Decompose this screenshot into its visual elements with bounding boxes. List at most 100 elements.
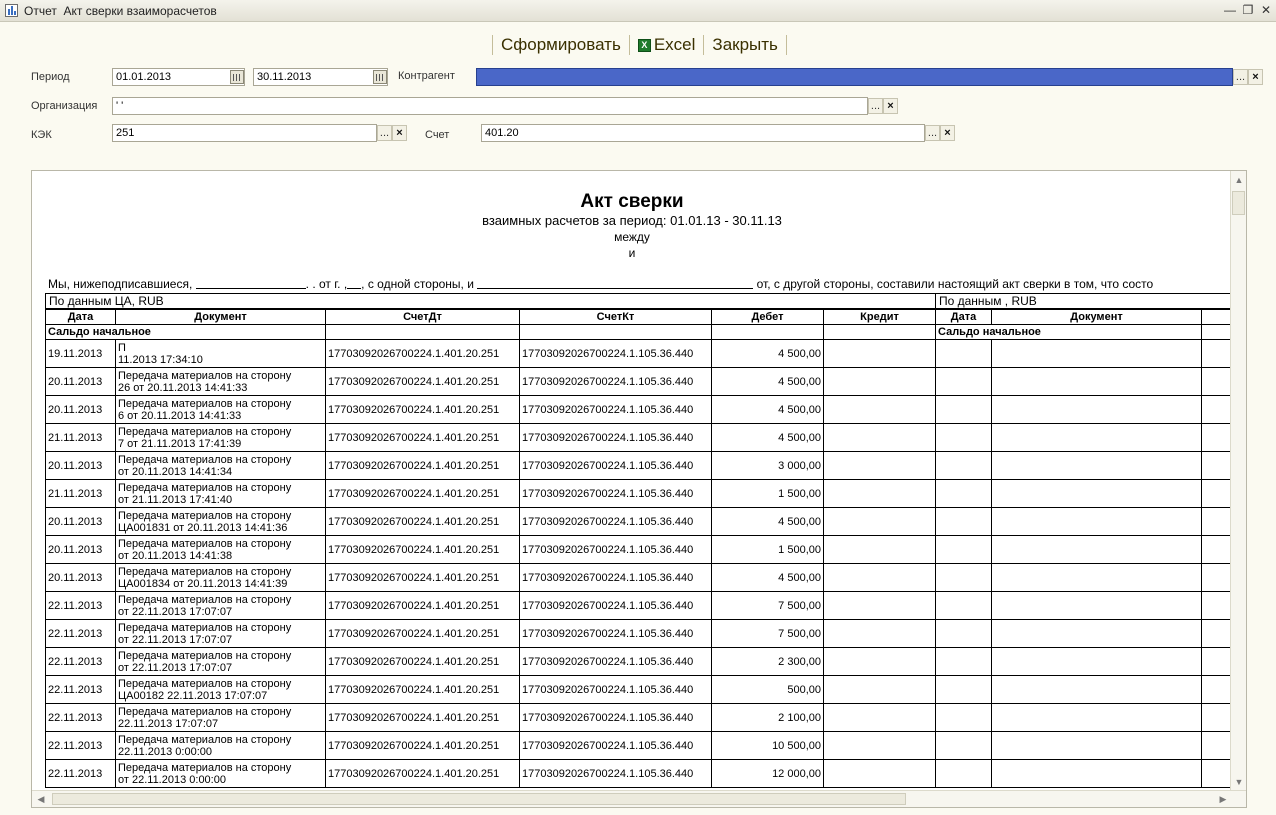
scroll-up-icon[interactable]: ▲ [1232,173,1246,187]
row-account-kt: 17703092026700224.1.105.36.440 [519,703,712,732]
row-account-dt: 17703092026700224.1.401.20.251 [325,395,520,424]
row-credit [823,619,936,648]
scroll-right-icon[interactable]: ▶ [1216,792,1230,806]
col-document: Документ [115,309,326,325]
row-credit [823,507,936,536]
kek-field[interactable]: 251 [112,124,377,142]
kek-select-button[interactable]: ... [377,125,392,141]
row-account-kt: 17703092026700224.1.105.36.440 [519,675,712,704]
date-from-field[interactable]: 01.01.2013 [112,68,245,86]
row-debit: 4 500,00 [711,423,824,452]
calendar-icon[interactable] [230,70,244,84]
row-debit: 4 500,00 [711,339,824,368]
kek-clear-button[interactable]: × [392,125,407,141]
row-document: Передача материалов на сторону 22.11.2013… [115,731,326,760]
row-document-2 [991,619,1202,648]
period-label: Период [31,71,70,83]
generate-button[interactable]: Сформировать [499,35,623,55]
row-date: 20.11.2013 [45,367,116,396]
row-debit: 12 000,00 [711,759,824,788]
excel-label: Excel [653,35,696,54]
vertical-scroll-thumb[interactable] [1232,191,1245,215]
row-date-2 [935,675,992,704]
table-row: 22.11.2013 Передача материалов на сторону… [45,591,1242,620]
row-date: 20.11.2013 [45,507,116,536]
row-document-2 [991,535,1202,564]
vertical-scrollbar[interactable]: ▲ ▼ [1230,171,1246,791]
row-account-kt: 17703092026700224.1.105.36.440 [519,479,712,508]
row-account-dt: 17703092026700224.1.401.20.251 [325,591,520,620]
row-date-2 [935,731,992,760]
row-date: 20.11.2013 [45,395,116,424]
col-debit: Дебет [711,309,824,325]
table-row: 22.11.2013 Передача материалов на сторону… [45,619,1242,648]
col-document-2: Документ [991,309,1202,325]
row-account-dt: 17703092026700224.1.401.20.251 [325,675,520,704]
row-account-dt: 17703092026700224.1.401.20.251 [325,367,520,396]
close-button[interactable]: Закрыть [710,35,779,55]
table-row: 20.11.2013 Передача материалов на сторону… [45,367,1242,396]
excel-button[interactable]: X Excel [636,35,698,55]
account-clear-button[interactable]: × [940,125,955,141]
row-date-2 [935,647,992,676]
row-document: Передача материалов на сторону ЦА001834 о… [115,563,326,592]
row-credit [823,675,936,704]
organization-field[interactable]: ' ' [112,97,868,115]
horizontal-scrollbar[interactable]: ◀ ▶ [32,790,1246,807]
table-row: 20.11.2013 Передача материалов на сторону… [45,507,1242,536]
row-document-2 [991,423,1202,452]
row-date: 22.11.2013 [45,759,116,788]
report-app-icon [5,4,18,17]
scroll-left-icon[interactable]: ◀ [34,792,48,806]
row-account-dt: 17703092026700224.1.401.20.251 [325,647,520,676]
row-account-kt: 17703092026700224.1.105.36.440 [519,619,712,648]
horizontal-scroll-thumb[interactable] [52,793,906,805]
row-date: 19.11.2013 [45,339,116,368]
row-debit: 2 300,00 [711,647,824,676]
col-account-kt: СчетКт [519,309,712,325]
contractor-clear-button[interactable]: × [1248,69,1263,85]
row-date: 22.11.2013 [45,731,116,760]
date-to-field[interactable]: 30.11.2013 [253,68,388,86]
row-credit [823,395,936,424]
row-credit [823,451,936,480]
row-document: Передача материалов на сторону от 21.11.2… [115,479,326,508]
contractor-select-button[interactable]: ... [1233,69,1248,85]
contractor-field[interactable] [476,68,1233,86]
row-document-2 [991,395,1202,424]
row-debit: 10 500,00 [711,731,824,760]
row-document: Передача материалов на сторону от 22.11.2… [115,647,326,676]
scroll-down-icon[interactable]: ▼ [1232,775,1246,789]
row-account-dt: 17703092026700224.1.401.20.251 [325,535,520,564]
calendar-icon[interactable] [373,70,387,84]
organization-clear-button[interactable]: × [883,98,898,114]
restore-icon[interactable]: ❐ [1240,3,1256,18]
table-row: 22.11.2013 Передача материалов на сторону… [45,731,1242,760]
row-debit: 500,00 [711,675,824,704]
row-document-2 [991,339,1202,368]
row-document: Передача материалов на сторону 26 от 20.1… [115,367,326,396]
report-and: и [628,246,636,260]
report-title: Акт сверки [580,191,684,212]
row-document-2 [991,703,1202,732]
excel-icon: X [637,39,651,52]
row-document-2 [991,647,1202,676]
report-spreadsheet[interactable]: Акт сверки взаимных расчетов за период: … [31,170,1247,808]
row-date-2 [935,563,992,592]
row-date: 22.11.2013 [45,591,116,620]
table-row: 22.11.2013 Передача материалов на сторону… [45,759,1242,788]
account-select-button[interactable]: ... [925,125,940,141]
row-credit [823,479,936,508]
organization-select-button[interactable]: ... [868,98,883,114]
close-window-icon[interactable]: ✕ [1258,3,1274,18]
table-row: 22.11.2013 Передача материалов на сторону… [45,703,1242,732]
row-account-kt: 17703092026700224.1.105.36.440 [519,451,712,480]
row-date-2 [935,535,992,564]
row-date-2 [935,759,992,788]
row-date-2 [935,395,992,424]
minimize-icon[interactable]: — [1222,3,1238,18]
row-document-2 [991,591,1202,620]
row-document: Передача материалов на сторону 7 от 21.11… [115,423,326,452]
account-field[interactable]: 401.20 [481,124,925,142]
row-debit: 4 500,00 [711,367,824,396]
